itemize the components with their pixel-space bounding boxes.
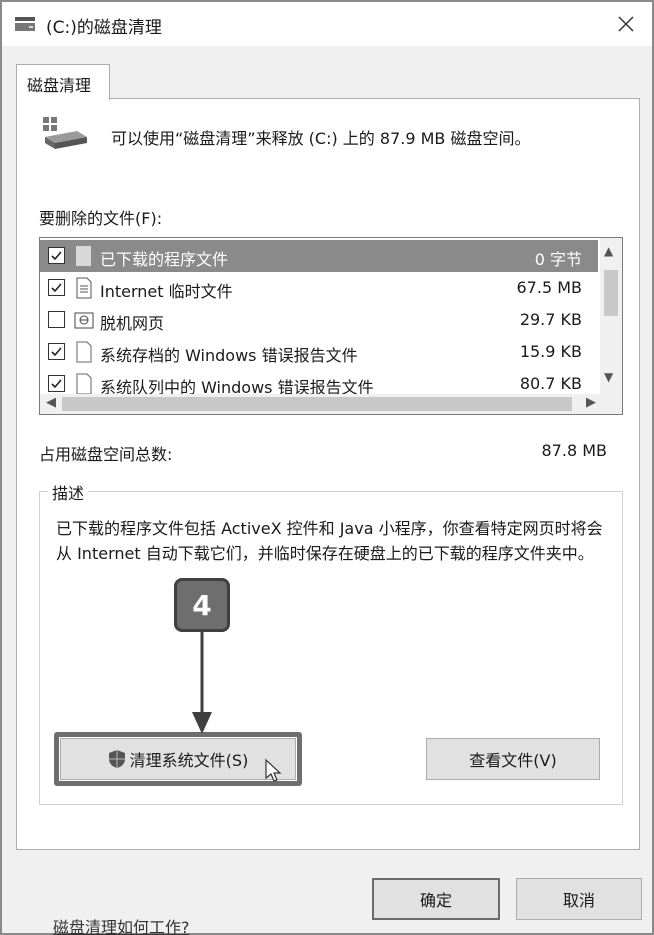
list-item[interactable]: 已下载的程序文件 0 字节 bbox=[40, 240, 598, 272]
title-bar: (C:)的磁盘清理 bbox=[2, 2, 652, 46]
offline-page-icon bbox=[74, 312, 94, 329]
list-item[interactable]: Internet 临时文件 67.5 MB bbox=[40, 272, 598, 304]
checkmark-icon bbox=[51, 347, 62, 357]
intro-text: 可以使用“磁盘清理”来释放 (C:) 上的 87.9 MB 磁盘空间。 bbox=[111, 129, 531, 148]
blank-file-icon bbox=[76, 246, 91, 266]
ok-button[interactable]: 确定 bbox=[372, 878, 500, 920]
item-size: 67.5 MB bbox=[516, 278, 583, 297]
item-name: 系统存档的 Windows 错误报告文件 bbox=[100, 346, 358, 365]
window-title: (C:)的磁盘清理 bbox=[46, 18, 162, 38]
horizontal-scrollbar[interactable]: ◀ ▶ bbox=[40, 394, 622, 414]
description-legend: 描述 bbox=[48, 480, 89, 504]
item-size: 15.9 KB bbox=[519, 342, 582, 361]
files-to-delete-label: 要删除的文件(F): bbox=[39, 209, 163, 228]
list-item[interactable]: 系统存档的 Windows 错误报告文件 15.9 KB bbox=[40, 336, 598, 368]
view-files-label: 查看文件(V) bbox=[469, 751, 557, 770]
step-arrow-icon bbox=[192, 632, 212, 734]
item-name: 已下载的程序文件 bbox=[100, 250, 229, 269]
hard-drive-icon bbox=[43, 117, 87, 149]
close-icon bbox=[618, 16, 634, 32]
item-size: 0 字节 bbox=[534, 250, 582, 269]
disk-cleanup-window: (C:)的磁盘清理 磁盘清理 可以使用“磁盘清理”来释放 (C:) 上的 87.… bbox=[0, 0, 654, 935]
description-text: 已下载的程序文件包括 ActiveX 控件和 Java 小程序，你查看特定网页时… bbox=[56, 519, 603, 563]
item-checkbox[interactable] bbox=[48, 247, 65, 264]
ok-label: 确定 bbox=[419, 891, 452, 910]
step-badge: 4 bbox=[174, 578, 230, 632]
list-item[interactable]: 脱机网页 29.7 KB bbox=[40, 304, 598, 336]
mouse-cursor-icon bbox=[265, 758, 282, 782]
horizontal-scroll-thumb[interactable] bbox=[62, 397, 572, 411]
view-files-button[interactable]: 查看文件(V) bbox=[426, 738, 600, 780]
item-name: 脱机网页 bbox=[100, 314, 165, 333]
file-icon bbox=[76, 341, 92, 363]
checkmark-icon bbox=[51, 379, 62, 389]
cancel-label: 取消 bbox=[562, 891, 595, 910]
drive-icon bbox=[15, 17, 35, 31]
close-button[interactable] bbox=[604, 6, 648, 42]
item-checkbox[interactable] bbox=[48, 343, 65, 360]
item-checkbox[interactable] bbox=[48, 375, 65, 392]
cancel-button[interactable]: 取消 bbox=[516, 878, 642, 920]
text-file-icon bbox=[76, 277, 92, 299]
total-space-label: 占用磁盘空间总数: bbox=[39, 445, 173, 464]
scroll-up-icon[interactable]: ▲ bbox=[604, 244, 613, 258]
scroll-down-icon[interactable]: ▼ bbox=[604, 370, 613, 384]
item-name: Internet 临时文件 bbox=[100, 282, 233, 301]
checkmark-icon bbox=[51, 283, 62, 293]
scroll-left-icon[interactable]: ◀ bbox=[46, 395, 56, 410]
checkmark-icon bbox=[51, 251, 62, 261]
files-list[interactable]: 已下载的程序文件 0 字节 Internet 临时文件 67.5 MB 脱机网页… bbox=[39, 237, 623, 415]
total-space-value: 87.8 MB bbox=[541, 441, 608, 460]
item-checkbox[interactable] bbox=[48, 311, 65, 328]
item-size: 80.7 KB bbox=[519, 374, 582, 393]
help-link[interactable]: 磁盘清理如何工作? bbox=[53, 914, 190, 935]
item-checkbox[interactable] bbox=[48, 279, 65, 296]
item-size: 29.7 KB bbox=[519, 310, 582, 329]
vertical-scroll-thumb[interactable] bbox=[604, 270, 618, 316]
scroll-right-icon[interactable]: ▶ bbox=[586, 395, 596, 410]
vertical-scrollbar[interactable]: ▲ ▼ bbox=[600, 238, 622, 396]
tab-disk-cleanup[interactable]: 磁盘清理 bbox=[16, 64, 110, 100]
file-icon bbox=[76, 373, 92, 395]
